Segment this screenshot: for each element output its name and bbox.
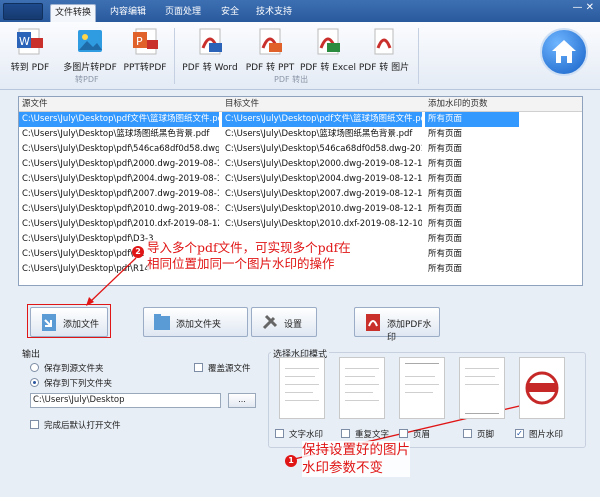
save-to-source-label: 保存到源文件夹 <box>44 364 104 374</box>
text-watermark-label: 文字水印 <box>289 430 324 440</box>
annotation-line: 水印参数不变 <box>302 460 383 476</box>
annotation-line: 保持设置好的图片 <box>302 442 410 458</box>
add-watermark-label: 添加PDF水印 <box>387 320 432 343</box>
browse-button[interactable]: ... <box>228 393 256 408</box>
image-watermark-thumbnail[interactable] <box>519 357 565 419</box>
image-watermark-checkbox[interactable]: ✓ <box>515 429 524 438</box>
add-watermark-button[interactable]: 添加PDF水印 <box>354 307 440 343</box>
overwrite-source-checkbox[interactable] <box>194 363 203 372</box>
save-to-folder-radio[interactable] <box>30 378 39 387</box>
step-badge-1: 1 <box>285 455 297 467</box>
add-folder-label: 添加文件夹 <box>176 320 222 330</box>
footer-thumbnail[interactable] <box>459 357 505 419</box>
output-section-title: 输出 <box>22 350 41 360</box>
header-checkbox[interactable] <box>399 429 408 438</box>
repeat-text-thumbnail[interactable] <box>339 357 385 419</box>
header-label: 页眉 <box>413 430 431 440</box>
footer-checkbox[interactable] <box>463 429 472 438</box>
settings-icon <box>262 314 278 330</box>
annotation-keep-settings-note: 保持设置好的图片 水印参数不变 <box>302 441 410 477</box>
output-path-input[interactable]: C:\Users\July\Desktop <box>30 393 221 408</box>
settings-label: 设置 <box>284 320 303 330</box>
text-watermark-checkbox[interactable] <box>275 429 284 438</box>
add-folder-icon <box>154 314 170 330</box>
footer-label: 页脚 <box>477 430 495 440</box>
arrow-to-add-file <box>89 257 137 303</box>
image-watermark-label: 图片水印 <box>529 430 564 440</box>
text-watermark-thumbnail[interactable] <box>279 357 325 419</box>
add-file-highlight <box>27 304 111 338</box>
header-thumbnail[interactable] <box>399 357 445 419</box>
save-to-source-radio[interactable] <box>30 363 39 372</box>
repeat-text-checkbox[interactable] <box>341 429 350 438</box>
settings-button[interactable]: 设置 <box>251 307 317 337</box>
certified-stamp-icon <box>525 371 559 405</box>
save-to-folder-label: 保存到下列文件夹 <box>44 379 113 389</box>
pdf-watermark-icon <box>366 314 380 331</box>
open-after-label: 完成后默认打开文件 <box>44 421 121 431</box>
overwrite-source-label: 覆盖源文件 <box>208 364 251 374</box>
repeat-text-label: 重复文字 <box>355 430 390 440</box>
add-folder-button[interactable]: 添加文件夹 <box>143 307 248 337</box>
open-after-checkbox[interactable] <box>30 420 39 429</box>
